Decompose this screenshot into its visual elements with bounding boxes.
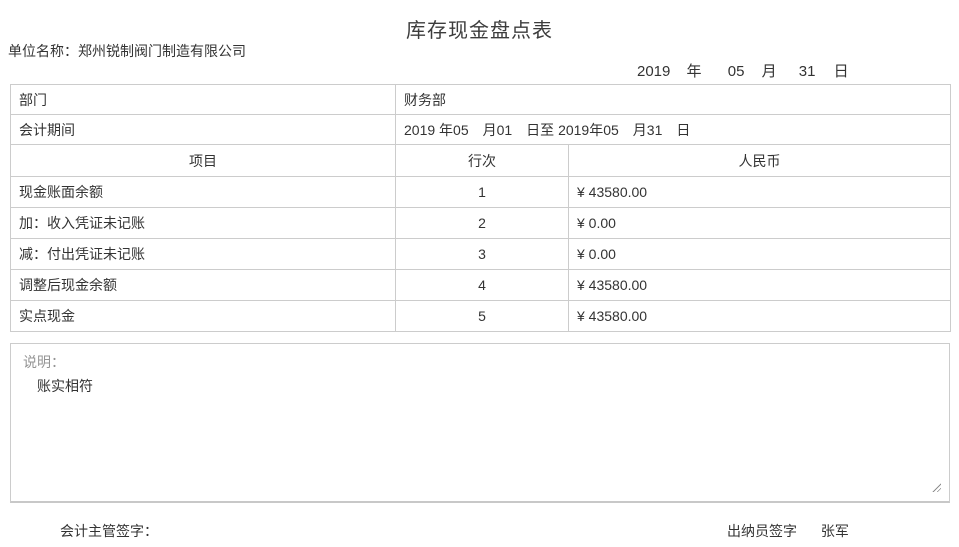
cell-item: 现金账面余额 <box>10 176 396 208</box>
date-month-label: 月 <box>761 63 777 80</box>
note-box: 说明： 账实相符 <box>10 343 957 503</box>
cell-amount: ¥ 0.00 <box>568 238 951 270</box>
table-row-department: 部门 财务部 <box>10 84 951 115</box>
cashier-signature: 出纳员签字 张军 <box>727 521 849 541</box>
cell-line: 5 <box>395 300 569 332</box>
date-day: 31 <box>798 63 816 80</box>
header-date: 2019 年 05 月 31 日 <box>637 60 849 81</box>
cell-amount: ¥ 43580.00 <box>568 300 951 332</box>
cell-line: 4 <box>395 269 569 301</box>
column-header-line: 行次 <box>395 144 569 177</box>
table-row: 加：收入凭证未记账 2 ¥ 0.00 <box>10 207 951 239</box>
table-row: 减：付出凭证未记账 3 ¥ 0.00 <box>10 238 951 270</box>
table-row-period: 会计期间 2019 年05 月01 日至 2019年05 月31 日 <box>10 114 951 145</box>
column-header-currency: 人民币 <box>568 144 951 177</box>
table-row: 实点现金 5 ¥ 43580.00 <box>10 300 951 332</box>
page-title: 库存现金盘点表 <box>406 20 553 42</box>
cashier-signature-name: 张军 <box>820 523 849 539</box>
cash-count-table: 部门 财务部 会计期间 2019 年05 月01 日至 2019年05 月31 … <box>10 84 951 332</box>
date-month: 05 <box>727 63 745 80</box>
table-row: 现金账面余额 1 ¥ 43580.00 <box>10 176 951 208</box>
cell-item: 减：付出凭证未记账 <box>10 238 396 270</box>
period-value-cell: 2019 年05 月01 日至 2019年05 月31 日 <box>395 114 951 145</box>
cell-amount: ¥ 43580.00 <box>568 269 951 301</box>
table-header-row: 项目 行次 人民币 <box>10 144 951 177</box>
department-value-cell: 财务部 <box>395 84 951 115</box>
cell-amount: ¥ 43580.00 <box>568 176 951 208</box>
cell-line: 1 <box>395 176 569 208</box>
column-header-item: 项目 <box>10 144 396 177</box>
cell-item: 加：收入凭证未记账 <box>10 207 396 239</box>
cell-line: 2 <box>395 207 569 239</box>
cell-item: 实点现金 <box>10 300 396 332</box>
cell-item: 调整后现金余额 <box>10 269 396 301</box>
note-textarea[interactable]: 账实相符 <box>11 374 957 484</box>
cell-amount: ¥ 0.00 <box>568 207 951 239</box>
table-row: 调整后现金余额 4 ¥ 43580.00 <box>10 269 951 301</box>
cash-count-sheet-page: 库存现金盘点表 单位名称：郑州锐制阀门制造有限公司 2019 年 05 月 31… <box>0 0 959 547</box>
cell-line: 3 <box>395 238 569 270</box>
date-year-label: 年 <box>686 63 702 80</box>
signature-row: 会计主管签字： 出纳员签字 张军 <box>0 521 959 541</box>
date-year: 2019 <box>637 63 671 80</box>
note-label: 说明： <box>23 354 65 370</box>
cashier-signature-label: 出纳员签字 <box>727 523 797 539</box>
department-label-cell: 部门 <box>10 84 396 115</box>
accounting-supervisor-signature-label: 会计主管签字： <box>60 523 158 539</box>
period-label-cell: 会计期间 <box>10 114 396 145</box>
date-day-label: 日 <box>833 63 849 80</box>
unit-name-label: 单位名称：郑州锐制阀门制造有限公司 <box>8 43 246 59</box>
